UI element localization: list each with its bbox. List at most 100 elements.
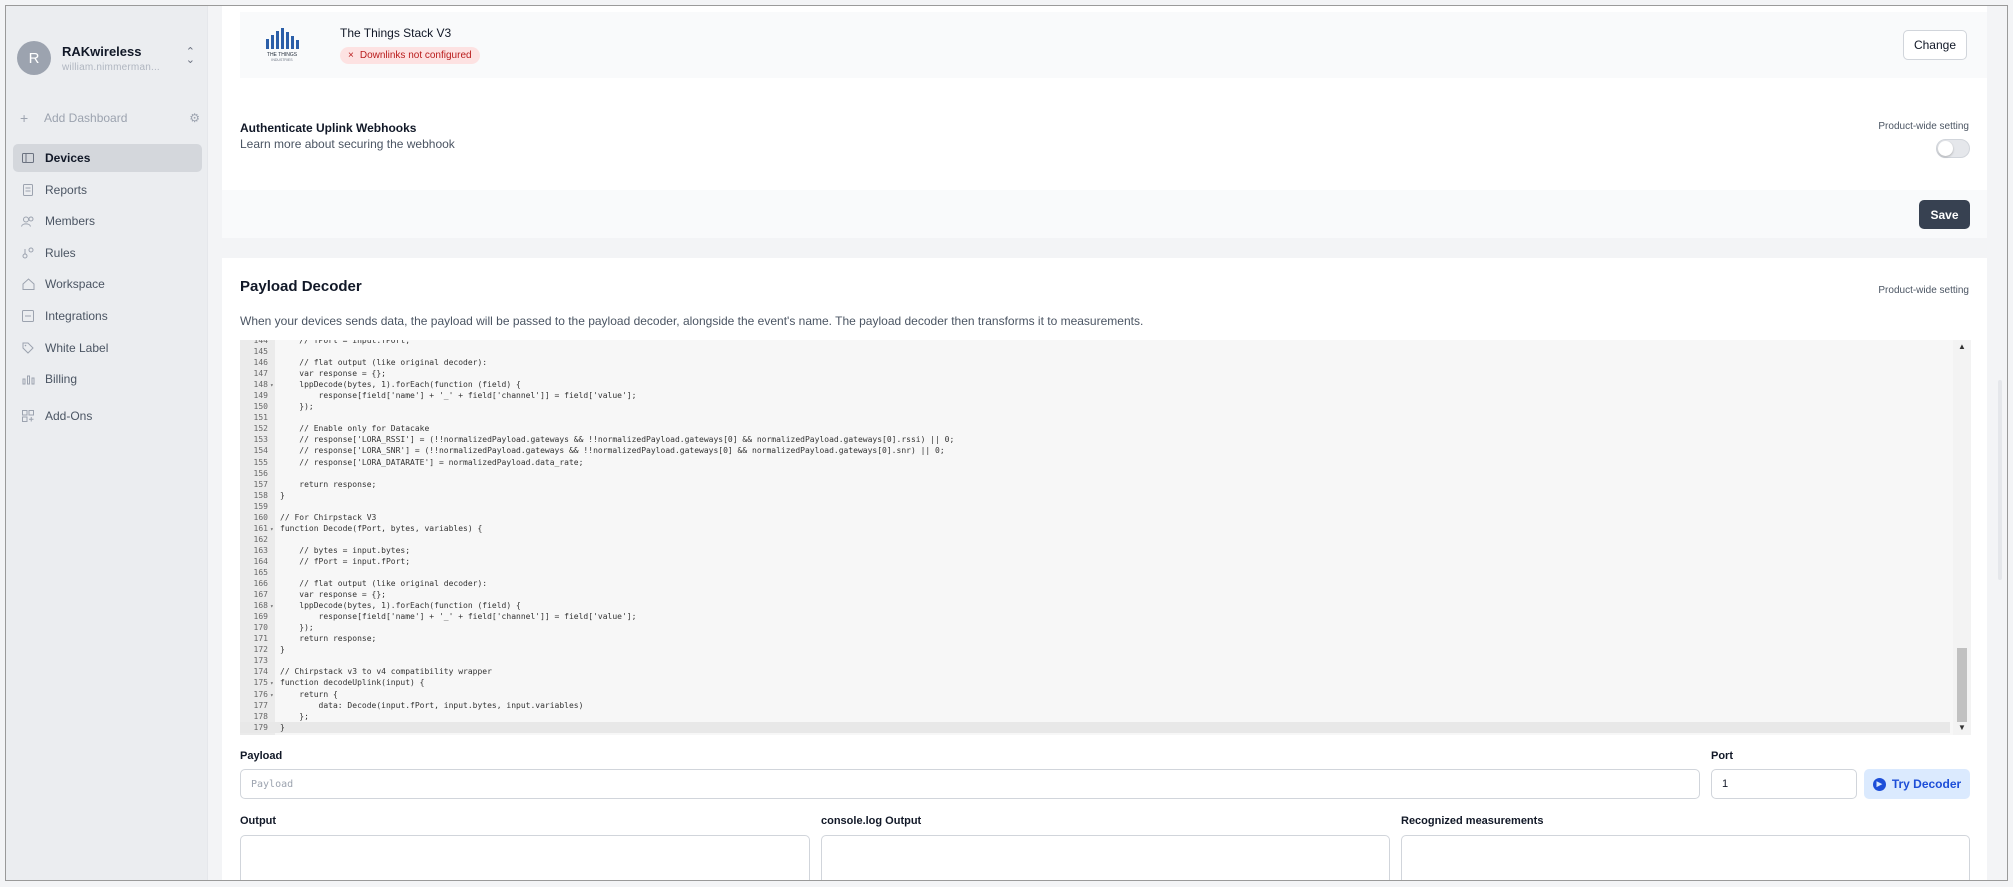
- line-number: 178: [253, 711, 268, 721]
- code-line[interactable]: 145: [240, 346, 1950, 357]
- sidebar-item-add-ons[interactable]: Add-Ons: [13, 402, 202, 430]
- product-wide-label: Product-wide setting: [1878, 121, 1969, 132]
- code-line[interactable]: 178 };: [240, 711, 1950, 722]
- scroll-down-arrow-icon[interactable]: ▼: [1958, 723, 1966, 732]
- line-number: 159: [253, 501, 268, 511]
- line-number: 146: [253, 358, 268, 368]
- line-number: 163: [253, 545, 268, 555]
- code-lines[interactable]: 144 // fPort = input.fPort; 145 146 // fla…: [240, 340, 1950, 733]
- code-line[interactable]: 170 });: [240, 622, 1950, 633]
- line-number: 168: [253, 601, 268, 611]
- editor-scrollbar[interactable]: ▲ ▼: [1953, 340, 1971, 735]
- code-line[interactable]: 169 response[field['name'] + '_' + field…: [240, 611, 1950, 622]
- code-line[interactable]: 174 // Chirpstack v3 to v4 compatibility …: [240, 666, 1950, 677]
- page-scrollbar[interactable]: [1998, 380, 2002, 580]
- code-line[interactable]: 160 // For Chirpstack V3: [240, 512, 1950, 523]
- recognized-measurements-box[interactable]: [1401, 835, 1970, 880]
- window-border-right: [2007, 5, 2008, 881]
- sidebar-item-workspace[interactable]: Workspace: [13, 270, 202, 298]
- devices-icon: [21, 151, 35, 165]
- account-switcher[interactable]: R RAKwireless william.nimmerman... ⌃ ⌄: [17, 34, 203, 82]
- line-number: 154: [253, 446, 268, 456]
- port-label: Port: [1711, 750, 1733, 762]
- code-line[interactable]: 147 var response = {};: [240, 368, 1950, 379]
- addons-icon: [21, 409, 35, 423]
- add-dashboard-button[interactable]: + Add Dashboard ⚙: [20, 109, 200, 127]
- code-line[interactable]: 176 ▾ return {: [240, 689, 1950, 700]
- scroll-thumb[interactable]: [1957, 648, 1967, 722]
- code-line[interactable]: 171 return response;: [240, 633, 1950, 644]
- code-text: // Enable only for Datacake: [280, 424, 430, 434]
- code-line[interactable]: 165: [240, 567, 1950, 578]
- output-box[interactable]: [240, 835, 810, 880]
- code-line[interactable]: 163 // bytes = input.bytes;: [240, 545, 1950, 556]
- code-line[interactable]: 164 // fPort = input.fPort;: [240, 556, 1950, 567]
- sidebar-item-members[interactable]: Members: [13, 207, 202, 235]
- scroll-up-arrow-icon[interactable]: ▲: [1958, 342, 1966, 351]
- window-border-bottom: [5, 880, 2008, 881]
- code-line[interactable]: 150 });: [240, 401, 1950, 412]
- network-server-title: The Things Stack V3: [340, 26, 452, 40]
- code-line[interactable]: 173: [240, 655, 1950, 666]
- try-decoder-button[interactable]: ▶ Try Decoder: [1864, 769, 1970, 799]
- chevron-up-down-icon[interactable]: ⌃ ⌄: [186, 47, 195, 66]
- line-number: 147: [253, 369, 268, 379]
- code-text: // For Chirpstack V3: [280, 512, 377, 522]
- status-badge: × Downlinks not configured: [340, 47, 480, 64]
- code-line[interactable]: 157 return response;: [240, 479, 1950, 490]
- port-input[interactable]: [1711, 769, 1857, 799]
- code-line[interactable]: 156: [240, 468, 1950, 479]
- code-line[interactable]: 166 // flat output (like original decode…: [240, 578, 1950, 589]
- line-number: 174: [253, 667, 268, 677]
- sidebar-item-label: Add-Ons: [45, 408, 93, 423]
- line-number: 167: [253, 590, 268, 600]
- plus-icon: +: [20, 110, 29, 126]
- sidebar-item-rules[interactable]: Rules: [13, 239, 202, 267]
- console-output-box[interactable]: [821, 835, 1390, 880]
- code-line[interactable]: 158}: [240, 490, 1950, 501]
- code-line[interactable]: 154 // response['LORA_SNR'] = (!!normali…: [240, 445, 1950, 456]
- code-line[interactable]: 151: [240, 412, 1950, 423]
- code-line[interactable]: 153 // response['LORA_RSSI'] = (!!normal…: [240, 434, 1950, 445]
- sidebar-item-label: Rules: [45, 245, 76, 260]
- line-number: 145: [253, 347, 268, 357]
- sidebar-item-devices[interactable]: Devices: [13, 144, 202, 172]
- code-line[interactable]: 152 // Enable only for Datacake: [240, 423, 1950, 434]
- code-line[interactable]: 161 ▾ function Decode(fPort, bytes, variab…: [240, 523, 1950, 534]
- code-line[interactable]: 175 ▾ function decodeUplink(input) {: [240, 677, 1950, 688]
- sidebar-item-white-label[interactable]: White Label: [13, 334, 202, 362]
- line-number: 148: [253, 380, 268, 390]
- code-line[interactable]: 159: [240, 501, 1950, 512]
- code-line[interactable]: 177 data: Decode(input.fPort, input.byte…: [240, 700, 1950, 711]
- code-line[interactable]: 167 var response = {};: [240, 589, 1950, 600]
- change-button[interactable]: Change: [1903, 30, 1967, 60]
- sidebar-item-label: Billing: [45, 372, 78, 387]
- network-server-row: THE THINGS INDUSTRIES The Things Stack V…: [240, 12, 1987, 78]
- code-editor[interactable]: 144 // fPort = input.fPort; 145 146 // fla…: [240, 340, 1971, 735]
- sidebar-item-integrations[interactable]: Integrations: [13, 302, 202, 330]
- code-line[interactable]: 179}: [240, 721, 1950, 733]
- code-line[interactable]: 162: [240, 534, 1950, 545]
- sidebar-item-label: Reports: [45, 182, 88, 197]
- code-text: // fPort = input.fPort;: [280, 556, 411, 566]
- save-button[interactable]: Save: [1919, 200, 1970, 229]
- code-line[interactable]: 155 // response['LORA_DATARATE'] = norma…: [240, 457, 1950, 468]
- code-line[interactable]: 149 response[field['name'] + '_' + field…: [240, 390, 1950, 401]
- line-number: 166: [253, 579, 268, 589]
- code-line[interactable]: 172}: [240, 644, 1950, 655]
- code-line[interactable]: 148 ▾ lppDecode(bytes, 1).forEach(functio…: [240, 379, 1950, 390]
- code-text: var response = {};: [280, 590, 386, 600]
- code-line[interactable]: 146 // flat output (like original decode…: [240, 357, 1950, 368]
- gear-icon[interactable]: ⚙: [189, 111, 200, 125]
- sidebar: R RAKwireless william.nimmerman... ⌃ ⌄ + …: [5, 6, 208, 880]
- sidebar-item-billing[interactable]: Billing: [13, 365, 202, 393]
- webhook-auth-toggle[interactable]: [1936, 139, 1970, 158]
- payload-input[interactable]: [240, 769, 1700, 799]
- code-text: var response = {};: [280, 369, 386, 379]
- code-text: data: Decode(input.fPort, input.bytes, i…: [280, 700, 584, 710]
- webhook-learn-more-link[interactable]: Learn more about securing the webhook: [240, 137, 455, 151]
- code-line[interactable]: 168 ▾ lppDecode(bytes, 1).forEach(functio…: [240, 600, 1950, 611]
- payload-decoder-card: Payload Decoder Product-wide setting Whe…: [222, 258, 1987, 880]
- sidebar-item-reports[interactable]: Reports: [13, 176, 202, 204]
- line-number: 165: [253, 567, 268, 577]
